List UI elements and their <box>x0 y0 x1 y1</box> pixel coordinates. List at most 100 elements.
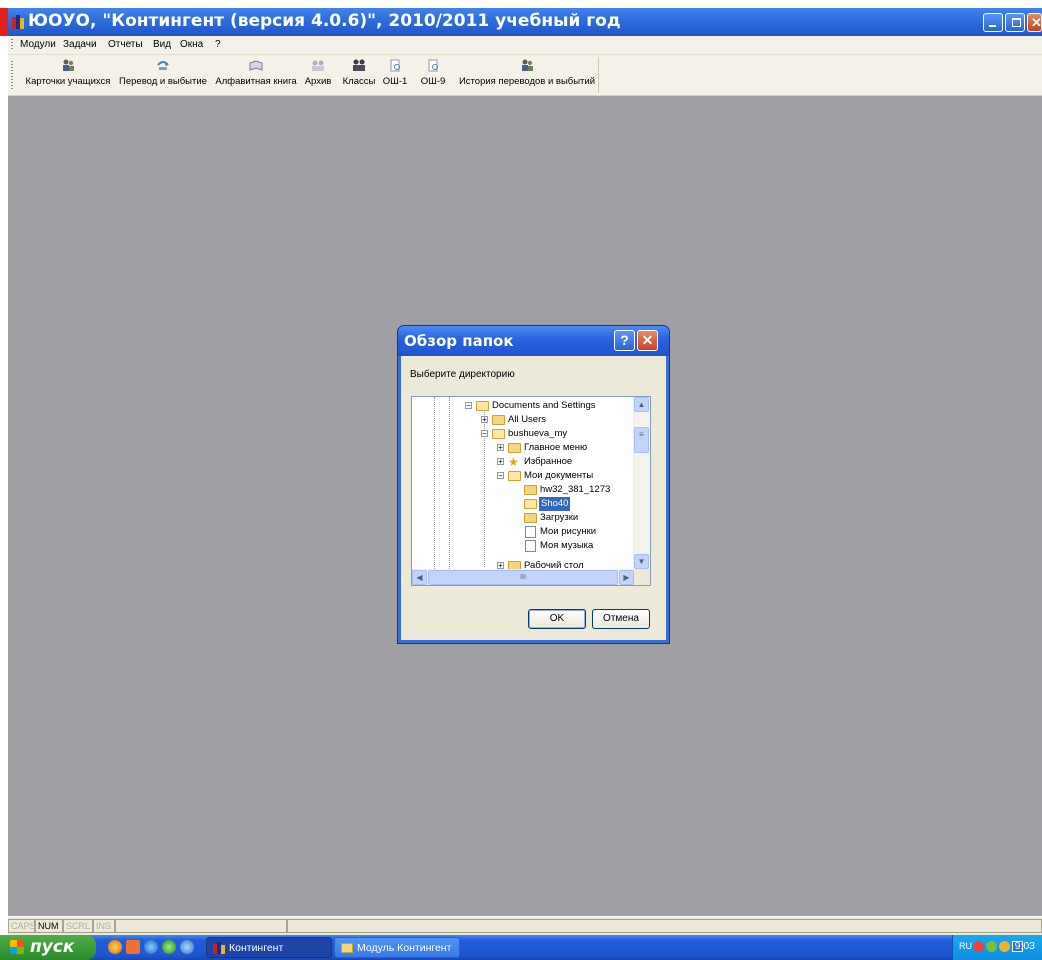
toolbar-button-osh9[interactable]: ОШ-9 <box>419 59 447 91</box>
collapse-icon[interactable]: − <box>497 472 504 480</box>
scroll-right-button[interactable]: ▶ <box>619 570 634 585</box>
expand-icon[interactable]: + <box>497 444 504 452</box>
expand-icon[interactable]: + <box>497 458 504 466</box>
collapse-icon[interactable]: − <box>465 402 472 410</box>
folder-icon <box>492 415 505 425</box>
dialog-title: Обзор папок <box>404 332 514 350</box>
folder-open-icon <box>476 401 489 411</box>
toolbar-grip <box>11 61 13 89</box>
tree-vertical-scrollbar[interactable]: ▲ ≡ ▼ <box>633 397 650 569</box>
quick-launch-icon[interactable] <box>126 940 140 954</box>
menu-item[interactable]: Окна <box>180 39 203 50</box>
folder-open-icon <box>524 499 537 509</box>
music-folder-icon <box>525 540 536 552</box>
media-player-icon[interactable] <box>162 940 176 954</box>
folder-icon <box>524 513 537 523</box>
firefox-icon[interactable] <box>108 940 122 954</box>
tree-node[interactable]: − Мои документы <box>412 469 634 483</box>
tree-node-selected[interactable]: Sho40 <box>412 497 634 511</box>
report-icon <box>428 59 438 72</box>
toolbar-button-classes[interactable]: Классы <box>340 59 378 91</box>
menu-item[interactable]: Задачи <box>63 39 97 50</box>
folder-open-icon <box>508 471 521 481</box>
tree-node[interactable]: + ★ Избранное <box>412 455 634 469</box>
system-tray: RU 9:03 <box>952 935 1042 960</box>
folder-icon <box>524 485 537 495</box>
scroll-down-button[interactable]: ▼ <box>634 554 649 569</box>
status-panel <box>287 919 1042 933</box>
tray-icon[interactable] <box>986 941 997 952</box>
restore-icon <box>1012 18 1021 27</box>
window-edge-marker <box>0 8 8 36</box>
folder-tree[interactable]: − Documents and Settings + All Users − b… <box>411 396 651 586</box>
tree-node[interactable]: Загрузки <box>412 511 634 525</box>
app-icon <box>12 15 24 29</box>
toolbar-button-archive[interactable]: Архив <box>303 59 333 91</box>
tree-node[interactable]: − bushueva_my <box>412 427 634 441</box>
toolbar-button-history[interactable]: История переводов и выбытий <box>458 59 596 91</box>
taskbar: пуск Контингент Модуль Контингент RU 9:0… <box>0 935 1042 960</box>
help-icon: ? <box>620 332 629 348</box>
tree-node[interactable]: + Главное меню <box>412 441 634 455</box>
status-num: NUM <box>35 919 63 933</box>
expand-icon[interactable]: + <box>481 416 488 424</box>
students-icon <box>63 59 74 71</box>
folder-icon <box>508 443 521 453</box>
status-caps: CAPS <box>8 919 36 933</box>
tray-icon[interactable] <box>999 941 1010 952</box>
tree-node[interactable]: hw32_381_1273 <box>412 483 634 497</box>
app-icon <box>213 942 225 954</box>
ok-button[interactable]: OK <box>528 609 586 629</box>
toolbar-button-alphabet-book[interactable]: Алфавитная книга <box>213 59 299 91</box>
close-button[interactable]: ✕ <box>1027 13 1042 32</box>
tree-horizontal-scrollbar[interactable]: ◀ III ▶ <box>412 569 634 585</box>
dialog-close-button[interactable]: ✕ <box>637 330 658 351</box>
menu-item[interactable]: ? <box>215 39 221 50</box>
toolbar-end-divider <box>598 57 599 93</box>
tree-node[interactable]: + All Users <box>412 413 634 427</box>
scroll-left-button[interactable]: ◀ <box>412 570 427 585</box>
status-panel <box>115 919 287 933</box>
history-icon <box>522 59 533 71</box>
menu-item[interactable]: Отчеты <box>108 39 143 50</box>
tree-node[interactable]: + Рабочий стол <box>412 559 634 569</box>
toolbar-button-transfer[interactable]: Перевод и выбытие <box>118 59 208 91</box>
toolbar-button-students[interactable]: Карточки учащихся <box>21 59 115 91</box>
language-indicator[interactable]: RU <box>959 941 972 951</box>
menu-grip <box>11 39 13 51</box>
pictures-folder-icon <box>525 526 536 538</box>
toolbar: Карточки учащихся Перевод и выбытие Алфа… <box>8 55 1042 96</box>
tray-arrow-icon[interactable] <box>973 941 984 952</box>
minimize-button[interactable] <box>983 13 1003 32</box>
dialog-title-bar[interactable]: Обзор папок ? ✕ <box>398 326 669 356</box>
quick-launch-icon[interactable] <box>180 940 194 954</box>
favorites-star-icon: ★ <box>508 455 519 469</box>
status-bar: CAPS NUM SCRL INS <box>8 916 1042 936</box>
collapse-icon[interactable]: − <box>481 430 488 438</box>
toolbar-button-osh1[interactable]: ОШ-1 <box>381 59 409 91</box>
taskbar-item-module[interactable]: Модуль Контингент <box>334 937 460 958</box>
status-scrl: SCRL <box>63 919 93 933</box>
report-icon <box>390 59 400 72</box>
folder-icon <box>341 943 353 953</box>
internet-explorer-icon[interactable] <box>144 940 158 954</box>
scroll-thumb[interactable]: ≡ <box>634 427 649 453</box>
expand-icon[interactable]: + <box>497 562 504 569</box>
tree-node[interactable]: − Documents and Settings <box>412 399 634 413</box>
menu-item[interactable]: Модули <box>20 39 56 50</box>
menu-item[interactable]: Вид <box>153 39 171 50</box>
tree-node[interactable]: Мои рисунки <box>412 525 634 539</box>
main-title-bar[interactable]: ЮОУО, "Контингент (версия 4.0.6)", 2010/… <box>8 8 1042 36</box>
close-icon: ✕ <box>1031 15 1042 30</box>
help-button[interactable]: ? <box>614 330 635 351</box>
tree-node[interactable]: Моя музыка <box>412 539 634 553</box>
taskbar-item-kontingent[interactable]: Контингент <box>206 937 332 958</box>
cancel-button[interactable]: Отмена <box>592 609 650 629</box>
close-icon: ✕ <box>641 332 654 348</box>
scroll-up-button[interactable]: ▲ <box>634 397 649 412</box>
clock: 9:03 <box>1014 940 1035 952</box>
start-button[interactable]: пуск <box>0 935 96 960</box>
restore-button[interactable] <box>1005 13 1025 32</box>
scroll-thumb[interactable]: III <box>428 570 618 585</box>
status-ins: INS <box>93 919 115 933</box>
